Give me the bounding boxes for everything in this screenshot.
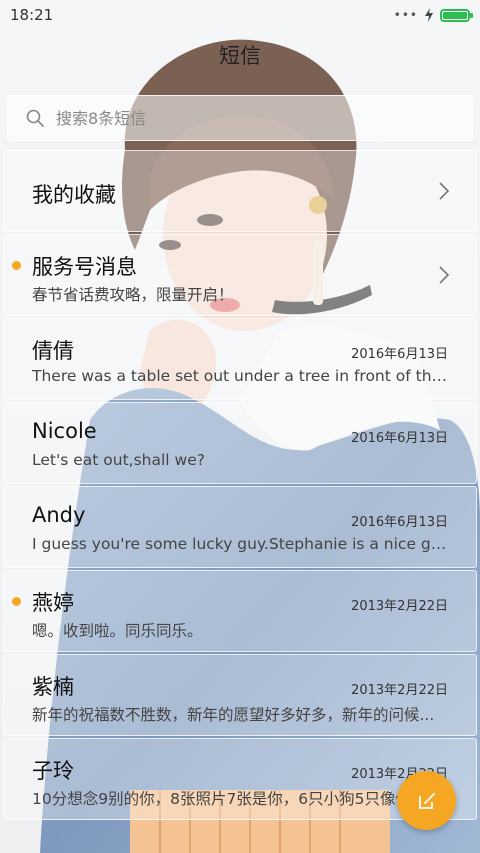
status-indicators: ••• xyxy=(393,8,473,22)
service-snippet: 春节省话费攻略，限量开启！ xyxy=(32,286,234,304)
favorites-label: 我的收藏 xyxy=(32,183,116,207)
favorites-item[interactable]: 我的收藏 xyxy=(3,150,477,232)
conversation-item[interactable]: 紫楠 2013年2月22日 新年的祝福数不胜数，新年的愿望好多好多，新年的问候.… xyxy=(3,654,477,736)
message-date: 2016年6月13日 xyxy=(351,515,448,530)
search-bar[interactable] xyxy=(7,95,473,141)
conversation-item[interactable]: 燕婷 2013年2月22日 嗯。收到啦。同乐同乐。 xyxy=(3,570,477,652)
message-snippet: 嗯。收到啦。同乐同乐。 xyxy=(32,622,203,640)
contact-name: 燕婷 xyxy=(32,591,74,615)
chevron-right-icon xyxy=(439,182,450,200)
message-snippet: I guess you're some lucky guy.Stephanie … xyxy=(32,535,450,553)
status-time: 18:21 xyxy=(10,6,54,24)
conversation-item[interactable]: Nicole 2016年6月13日 Let's eat out,shall we… xyxy=(3,402,477,484)
contact-name: 子玲 xyxy=(32,759,74,783)
conversation-item[interactable]: Andy 2016年6月13日 I guess you're some luck… xyxy=(3,486,477,568)
message-date: 2013年2月22日 xyxy=(351,683,448,698)
message-date: 2016年6月13日 xyxy=(351,431,448,446)
contact-name: 紫楠 xyxy=(32,675,74,699)
conversation-list: 我的收藏 服务号消息 春节省话费攻略，限量开启！ 倩倩 2016年6月13日 T… xyxy=(3,150,477,822)
unread-dot xyxy=(12,261,21,270)
message-snippet: 新年的祝福数不胜数，新年的愿望好多好多，新年的问候... xyxy=(32,706,435,724)
charging-icon xyxy=(425,8,433,22)
unread-dot xyxy=(12,597,21,606)
service-messages-item[interactable]: 服务号消息 春节省话费攻略，限量开启！ xyxy=(3,234,477,316)
conversation-item[interactable]: 倩倩 2016年6月13日 There was a table set out … xyxy=(3,318,477,400)
status-bar: 18:21 ••• xyxy=(0,0,480,30)
chevron-right-icon xyxy=(439,266,450,284)
message-snippet: There was a table set out under a tree i… xyxy=(32,367,450,385)
service-label: 服务号消息 xyxy=(32,255,137,279)
contact-name: 倩倩 xyxy=(32,339,74,363)
message-snippet: Let's eat out,shall we? xyxy=(32,451,205,469)
notification-dots-icon: ••• xyxy=(393,8,418,22)
contact-name: Nicole xyxy=(32,419,97,443)
message-snippet: 10分想念9别的你，8张照片7张是你，6只小狗5只像你 xyxy=(32,790,412,808)
search-icon xyxy=(26,109,44,127)
message-date: 2013年2月22日 xyxy=(351,599,448,614)
search-input[interactable] xyxy=(56,108,436,128)
battery-icon xyxy=(440,8,473,22)
contact-name: Andy xyxy=(32,503,86,527)
compose-button[interactable] xyxy=(397,771,456,830)
message-date: 2016年6月13日 xyxy=(351,347,448,362)
compose-icon xyxy=(418,792,435,809)
page-title: 短信 xyxy=(219,44,261,68)
